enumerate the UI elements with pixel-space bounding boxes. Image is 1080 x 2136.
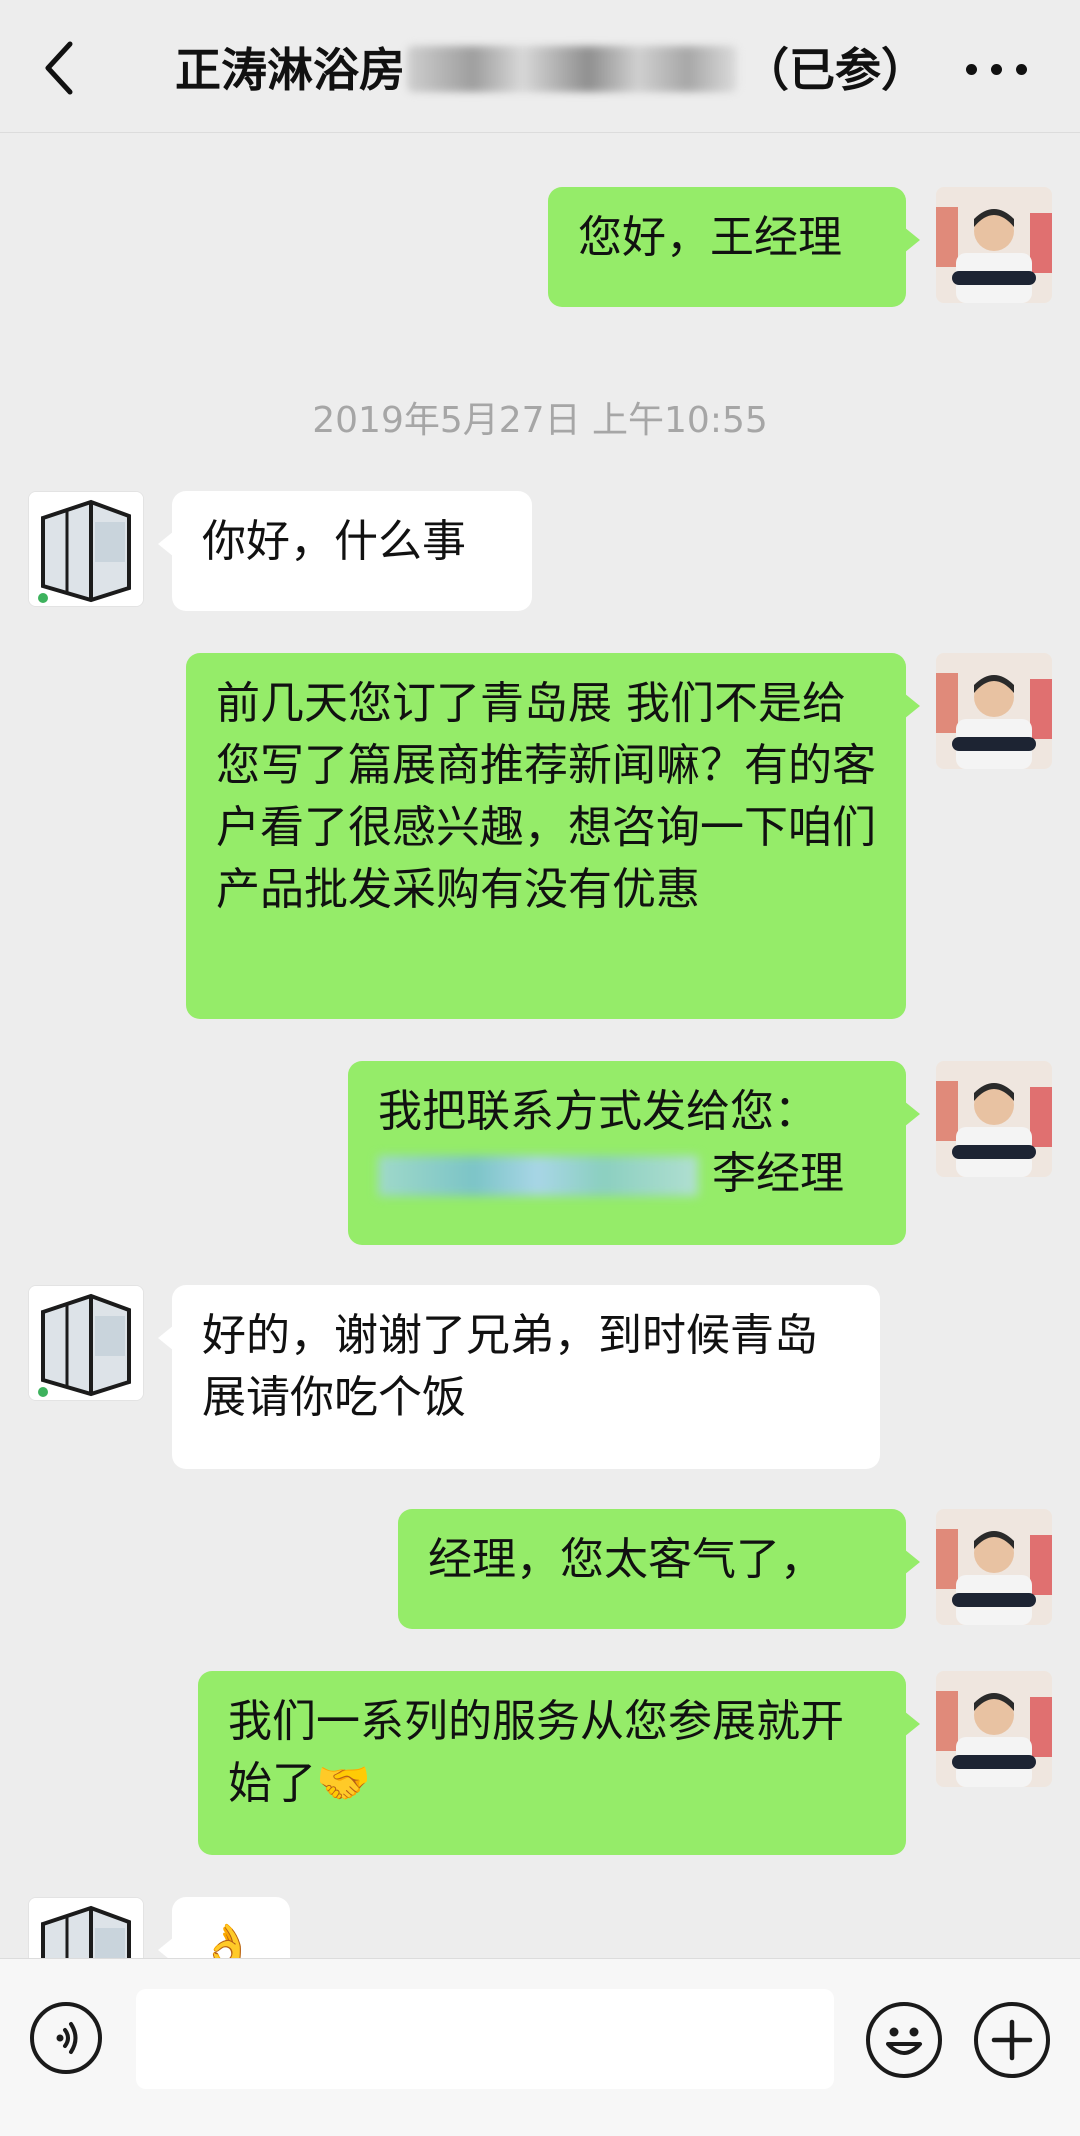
contact-avatar[interactable] bbox=[28, 1285, 144, 1401]
user-avatar[interactable] bbox=[936, 1061, 1052, 1177]
input-bar bbox=[0, 1958, 1080, 2136]
message-bubble-sent[interactable]: 前几天您订了青岛展 我们不是给您写了篇展商推荐新闻嘛？有的客户看了很感兴趣，想咨… bbox=[186, 653, 920, 1019]
message-bubble-sent[interactable]: 我把联系方式发给您： 李经理 bbox=[348, 1061, 920, 1245]
user-photo bbox=[936, 187, 1052, 303]
message-bubble-received[interactable]: 你好，什么事 bbox=[158, 491, 532, 611]
back-icon[interactable] bbox=[40, 38, 80, 98]
message-bubble-sent[interactable]: 您好，王经理 bbox=[548, 187, 920, 307]
chat-header: 正涛淋浴房 （已参） bbox=[0, 0, 1080, 133]
message-text: 李经理 bbox=[712, 1148, 844, 1199]
chat-title-name: 正涛淋浴房 bbox=[175, 43, 405, 97]
message-list[interactable]: 您好，王经理 2019年5月27日 上午10:55 你好，什么事 前几天您订了青… bbox=[0, 133, 1080, 1958]
ok-hand-emoji: 👌 bbox=[200, 1922, 255, 1958]
message-bubble-received[interactable]: 👌 bbox=[158, 1897, 290, 1958]
user-avatar[interactable] bbox=[936, 1671, 1052, 1787]
message-bubble-received[interactable]: 好的，谢谢了兄弟，到时候青岛展请你吃个饭 bbox=[158, 1285, 880, 1469]
redacted-phone bbox=[378, 1156, 698, 1196]
user-photo bbox=[936, 1509, 1052, 1625]
shower-room-icon bbox=[29, 1286, 143, 1400]
message-bubble-sent[interactable]: 经理，您太客气了， bbox=[398, 1509, 920, 1629]
more-options-icon[interactable] bbox=[962, 50, 1032, 90]
message-text: 前几天您订了青岛展 我们不是给您写了篇展商推荐新闻嘛？有的客户看了很感兴趣，想咨… bbox=[216, 678, 876, 915]
add-icon[interactable] bbox=[974, 2002, 1050, 2078]
contact-info-line: 李经理 bbox=[378, 1143, 876, 1205]
user-photo bbox=[936, 1061, 1052, 1177]
user-photo bbox=[936, 653, 1052, 769]
message-text: 您好，王经理 bbox=[578, 212, 842, 263]
user-avatar[interactable] bbox=[936, 1509, 1052, 1625]
chat-title-status: （已参） bbox=[743, 43, 927, 97]
message-text: 我把联系方式发给您： bbox=[378, 1086, 818, 1137]
user-avatar[interactable] bbox=[936, 653, 1052, 769]
message-text: 经理，您太客气了， bbox=[428, 1534, 824, 1585]
emoji-icon[interactable] bbox=[866, 2002, 942, 2078]
shower-room-icon bbox=[29, 1898, 143, 1958]
voice-icon[interactable] bbox=[30, 2002, 102, 2074]
contact-avatar[interactable] bbox=[28, 1897, 144, 1958]
user-avatar[interactable] bbox=[936, 187, 1052, 303]
message-text: 好的，谢谢了兄弟，到时候青岛展请你吃个饭 bbox=[202, 1310, 818, 1423]
message-timestamp: 2019年5月27日 上午10:55 bbox=[312, 400, 768, 441]
redacted-text bbox=[407, 46, 737, 92]
contact-avatar[interactable] bbox=[28, 491, 144, 607]
shower-room-icon bbox=[29, 492, 143, 606]
handshake-emoji: 🤝 bbox=[316, 1758, 371, 1809]
message-bubble-sent[interactable]: 我们一系列的服务从您参展就开始了🤝 bbox=[198, 1671, 920, 1855]
chat-title: 正涛淋浴房 （已参） bbox=[175, 38, 927, 102]
user-photo bbox=[936, 1671, 1052, 1787]
message-text: 你好，什么事 bbox=[202, 516, 466, 567]
message-input[interactable] bbox=[136, 1989, 834, 2089]
